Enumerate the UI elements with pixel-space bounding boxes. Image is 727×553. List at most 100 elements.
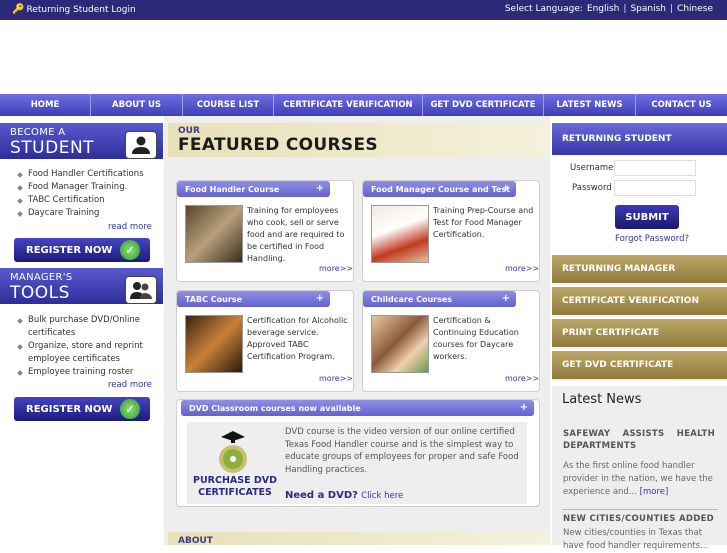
card-header[interactable]: DVD Classroom courses now available + bbox=[181, 400, 534, 416]
list-item: Bulk purchase DVD/Online certificates bbox=[16, 314, 156, 340]
list-item: Daycare Training bbox=[16, 207, 156, 220]
food-manager-course-card: Food Manager Course and Test + Training … bbox=[362, 180, 540, 282]
tools-label: TOOLS bbox=[10, 283, 70, 303]
about-header: ABOUT bbox=[168, 532, 549, 546]
list-item: Food Manager Training. bbox=[16, 181, 156, 194]
become-student-header: BECOME A STUDENT bbox=[0, 123, 163, 159]
food-handler-course-card: Food Handler Course + Training for emplo… bbox=[176, 180, 354, 282]
student-read-more-link[interactable]: read more bbox=[108, 222, 152, 232]
card-title: Childcare Courses bbox=[371, 294, 453, 304]
username-label: Username bbox=[570, 163, 614, 173]
main-nav: HOME ABOUT US COURSE LIST CERTIFICATE VE… bbox=[0, 94, 727, 116]
nav-get-dvd-certificate[interactable]: GET DVD CERTIFICATE bbox=[423, 94, 544, 116]
childcare-courses-card: Childcare Courses + Certification & Cont… bbox=[362, 290, 540, 392]
forgot-password-link[interactable]: Forgot Password? bbox=[615, 234, 689, 244]
returning-manager-button[interactable]: RETURNING MANAGER bbox=[552, 255, 727, 285]
language-spanish[interactable]: Spanish bbox=[630, 4, 666, 14]
student-icon bbox=[125, 131, 157, 159]
more-link[interactable]: more>> bbox=[319, 374, 353, 383]
plus-icon[interactable]: + bbox=[502, 293, 510, 304]
language-english[interactable]: English bbox=[587, 4, 620, 14]
card-text: Certification for Alcoholic beverage ser… bbox=[247, 316, 348, 361]
student-register-now-button[interactable]: REGISTER NOW ✓ bbox=[14, 238, 150, 262]
need-dvd-label: Need a DVD? bbox=[285, 490, 358, 501]
card-title: Food Manager Course and Test bbox=[371, 184, 510, 194]
nav-certificate-verification[interactable]: CERTIFICATE VERIFICATION bbox=[274, 94, 423, 116]
manager-read-more-link[interactable]: read more bbox=[108, 380, 152, 390]
nav-about-us[interactable]: ABOUT US bbox=[91, 94, 183, 116]
plus-icon[interactable]: + bbox=[502, 183, 510, 194]
key-icon: 🔑 bbox=[12, 4, 25, 15]
list-item: Organize, store and reprint employee cer… bbox=[16, 340, 156, 366]
plus-icon[interactable]: + bbox=[316, 183, 324, 194]
separator: | bbox=[623, 4, 627, 14]
list-item: Food Handler Certifications bbox=[16, 168, 156, 181]
nav-home[interactable]: HOME bbox=[0, 94, 91, 116]
language-label: Select Language: bbox=[504, 4, 583, 14]
latest-news-panel: Latest News SAFEWAY ASSISTS HEALTH DEPAR… bbox=[552, 386, 727, 551]
language-selector: Select Language: English | Spanish | Chi… bbox=[505, 4, 713, 14]
manager-feature-list: Bulk purchase DVD/Online certificates Or… bbox=[16, 314, 156, 379]
more-link[interactable]: more>> bbox=[319, 264, 353, 273]
purchase-line1: PURCHASE DVD bbox=[192, 475, 278, 486]
returning-student-header: RETURNING STUDENT bbox=[552, 123, 727, 155]
card-header[interactable]: TABC Course + bbox=[177, 291, 330, 307]
news-text: As the first online food handler provide… bbox=[563, 460, 715, 499]
certificate-verification-button[interactable]: CERTIFICATE VERIFICATION bbox=[552, 287, 727, 317]
tabc-course-card: TABC Course + Certification for Alcoholi… bbox=[176, 290, 354, 392]
list-item: TABC Certification bbox=[16, 194, 156, 207]
separator: | bbox=[669, 4, 674, 14]
dvd-courses-card: DVD Classroom courses now available + PU… bbox=[176, 399, 540, 507]
username-input[interactable] bbox=[614, 160, 696, 176]
student-label: STUDENT bbox=[10, 138, 95, 158]
card-header[interactable]: Food Manager Course and Test + bbox=[363, 181, 516, 197]
childcare-image bbox=[371, 315, 429, 373]
managers-tools-header: MANAGER'S TOOLS bbox=[0, 268, 163, 304]
card-title: Food Handler Course bbox=[185, 184, 280, 194]
news-more-link[interactable]: [more] bbox=[640, 487, 669, 497]
card-header[interactable]: Food Handler Course + bbox=[177, 181, 330, 197]
nav-course-list[interactable]: COURSE LIST bbox=[183, 94, 274, 116]
card-text: Certification & Continuing Education cou… bbox=[433, 316, 519, 361]
more-link[interactable]: more>> bbox=[505, 264, 539, 273]
list-item: Employee training roster bbox=[16, 366, 156, 379]
plus-icon[interactable]: + bbox=[316, 293, 324, 304]
dvd-disc-icon bbox=[215, 427, 251, 475]
checkmark-icon: ✓ bbox=[120, 240, 140, 260]
nav-contact-us[interactable]: CONTACT US bbox=[636, 94, 727, 116]
card-text: Training Prep-Course and Test for Food M… bbox=[433, 206, 534, 239]
purchase-line2: CERTIFICATES bbox=[198, 487, 272, 498]
managers-icon bbox=[125, 276, 157, 304]
card-title: DVD Classroom courses now available bbox=[189, 403, 361, 413]
click-here-link[interactable]: Click here bbox=[361, 491, 403, 501]
manager-register-now-button[interactable]: REGISTER NOW ✓ bbox=[14, 397, 150, 421]
checkmark-icon: ✓ bbox=[120, 399, 140, 419]
language-chinese[interactable]: Chinese bbox=[677, 4, 713, 14]
need-dvd-row: Need a DVD? Click here bbox=[285, 490, 403, 501]
news-headline[interactable]: NEW CITIES/COUNTIES ADDED bbox=[563, 514, 714, 524]
dvd-description: DVD course is the video version of our o… bbox=[285, 427, 519, 475]
purchase-dvd-certificates-link[interactable]: PURCHASE DVD CERTIFICATES bbox=[191, 475, 279, 499]
plus-icon[interactable]: + bbox=[520, 402, 528, 413]
food-handler-image bbox=[185, 205, 243, 263]
news-headline[interactable]: SAFEWAY ASSISTS HEALTH DEPARTMENTS bbox=[563, 428, 715, 452]
nav-latest-news[interactable]: LATEST NEWS bbox=[544, 94, 636, 116]
divider bbox=[562, 509, 718, 510]
returning-student-login-link[interactable]: 🔑 Returning Student Login bbox=[12, 4, 136, 15]
managers-label: MANAGER'S bbox=[10, 272, 73, 283]
more-link[interactable]: more>> bbox=[505, 374, 539, 383]
get-dvd-certificate-button[interactable]: GET DVD CERTIFICATE bbox=[552, 351, 727, 381]
latest-news-title: Latest News bbox=[562, 392, 642, 407]
submit-button[interactable]: SUBMIT bbox=[615, 205, 679, 229]
card-title: TABC Course bbox=[185, 294, 242, 304]
register-label: REGISTER NOW bbox=[26, 403, 113, 415]
login-label: Returning Student Login bbox=[26, 4, 136, 15]
student-feature-list: Food Handler Certifications Food Manager… bbox=[16, 168, 156, 220]
print-certificate-button[interactable]: PRINT CERTIFICATE bbox=[552, 319, 727, 349]
card-text: Training for employees who cook, sell or… bbox=[247, 206, 345, 263]
card-header[interactable]: Childcare Courses + bbox=[363, 291, 516, 307]
top-bar: 🔑 Returning Student Login Select Languag… bbox=[0, 0, 727, 20]
password-input[interactable] bbox=[614, 180, 696, 196]
tabc-image bbox=[185, 315, 243, 373]
news-text: New cities/counties in Texas that have f… bbox=[563, 528, 709, 551]
